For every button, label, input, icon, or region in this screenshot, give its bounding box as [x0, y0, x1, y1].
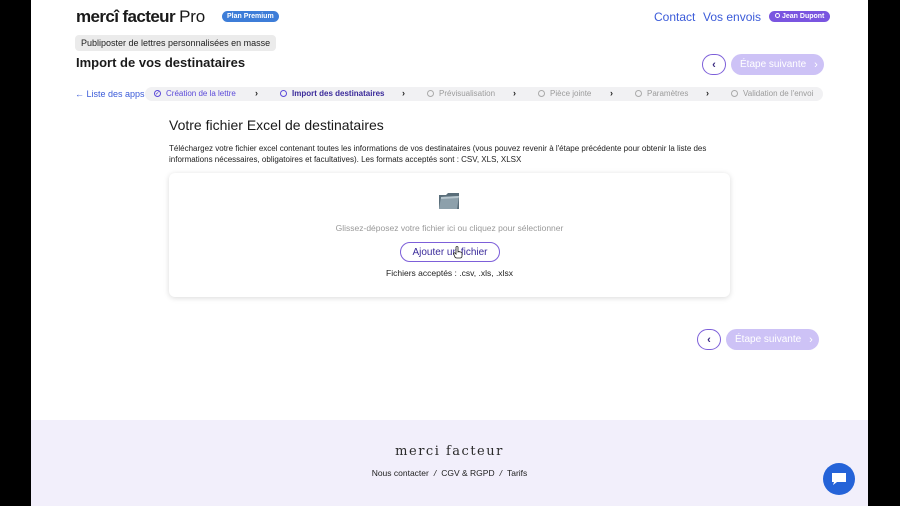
step-parameters[interactable]: Paramètres	[635, 89, 688, 98]
chevron-right-icon: ›	[255, 88, 258, 98]
plan-badge: Plan Premium	[222, 11, 279, 22]
footer-link-tarifs[interactable]: Tarifs	[507, 468, 527, 478]
circle-icon	[731, 90, 738, 97]
step-label: Prévisualisation	[439, 89, 496, 98]
dropzone-instructions: Glissez-déposez votre fichier ici ou cli…	[335, 223, 564, 233]
next-step-label: Étape suivante	[740, 59, 807, 70]
footer-link-contact[interactable]: Nous contacter	[372, 468, 429, 478]
page-title: Import de vos destinataires	[76, 55, 246, 70]
check-circle-icon: ✓	[154, 90, 161, 97]
file-dropzone[interactable]: Glissez-déposez votre fichier ici ou cli…	[169, 173, 730, 297]
step-label: Validation de l'envoi	[743, 89, 814, 98]
chevron-right-icon: ›	[513, 88, 516, 98]
chevron-left-icon: ‹	[707, 333, 711, 346]
logo[interactable]: mercî facteur Pro	[76, 7, 205, 27]
previous-step-button-top[interactable]: ‹	[702, 54, 726, 75]
footer-link-cgv[interactable]: CGV & RGPD	[441, 468, 494, 478]
back-to-apps-link[interactable]: ← Liste des apps	[75, 89, 145, 99]
chat-bubble-icon	[832, 473, 846, 485]
user-icon	[775, 13, 780, 18]
separator: /	[433, 468, 437, 478]
circle-icon	[427, 90, 434, 97]
chevron-right-icon: ›	[610, 88, 613, 98]
footer: merci facteur Nous contacter / CGV & RGPD /…	[31, 420, 868, 506]
section-description: Téléchargez votre fichier excel contenan…	[169, 144, 707, 164]
circle-icon	[635, 90, 642, 97]
previous-step-button-bottom[interactable]: ‹	[697, 329, 721, 350]
nav-contact-link[interactable]: Contact	[654, 10, 695, 24]
chevron-right-icon: ›	[706, 88, 709, 98]
step-attachment[interactable]: Pièce jointe	[538, 89, 591, 98]
next-step-button-bottom[interactable]: Étape suivante ›	[726, 329, 819, 350]
step-letter-creation[interactable]: ✓ Création de la lettre	[154, 89, 236, 98]
accepted-formats: Fichiers acceptés : .csv, .xls, .xlsx	[386, 268, 513, 278]
circle-icon	[280, 90, 287, 97]
step-label: Création de la lettre	[166, 89, 236, 98]
arrow-left-icon: ←	[75, 89, 84, 99]
separator: /	[499, 468, 502, 478]
footer-logo: merci facteur	[395, 444, 504, 459]
step-label: Paramètres	[647, 89, 689, 98]
chevron-left-icon: ‹	[712, 58, 716, 71]
user-name: Jean Dupont	[782, 13, 825, 20]
step-recipients-import[interactable]: Import des destinataires	[280, 89, 384, 98]
breadcrumb[interactable]: Publiposter de lettres personnalisées en…	[75, 35, 277, 51]
step-label: Pièce jointe	[550, 89, 592, 98]
logo-main: mercî facteur	[76, 7, 176, 26]
circle-icon	[538, 90, 545, 97]
back-link-label: Liste des apps	[86, 89, 145, 99]
folder-icon	[439, 193, 459, 209]
hand-cursor-icon	[453, 246, 463, 259]
chat-button[interactable]	[823, 463, 855, 495]
logo-suffix: Pro	[179, 7, 205, 26]
nav-orders-link[interactable]: Vos envois	[703, 10, 761, 24]
footer-links: Nous contacter / CGV & RGPD / Tarifs	[31, 468, 868, 478]
add-file-button[interactable]: Ajouter un fichier	[400, 242, 500, 262]
chevron-right-icon: ›	[809, 333, 813, 346]
user-menu[interactable]: Jean Dupont	[769, 11, 831, 22]
next-step-button-top[interactable]: Étape suivante ›	[731, 54, 824, 75]
step-label: Import des destinataires	[292, 89, 385, 98]
step-preview[interactable]: Prévisualisation	[427, 89, 495, 98]
step-validation[interactable]: Validation de l'envoi	[731, 89, 813, 98]
next-step-label: Étape suivante	[735, 334, 802, 345]
app-window: mercî facteur Pro Plan Premium Contact V…	[31, 0, 868, 506]
section-title: Votre fichier Excel de destinataires	[169, 117, 384, 133]
chevron-right-icon: ›	[402, 88, 405, 98]
chevron-right-icon: ›	[814, 58, 818, 71]
